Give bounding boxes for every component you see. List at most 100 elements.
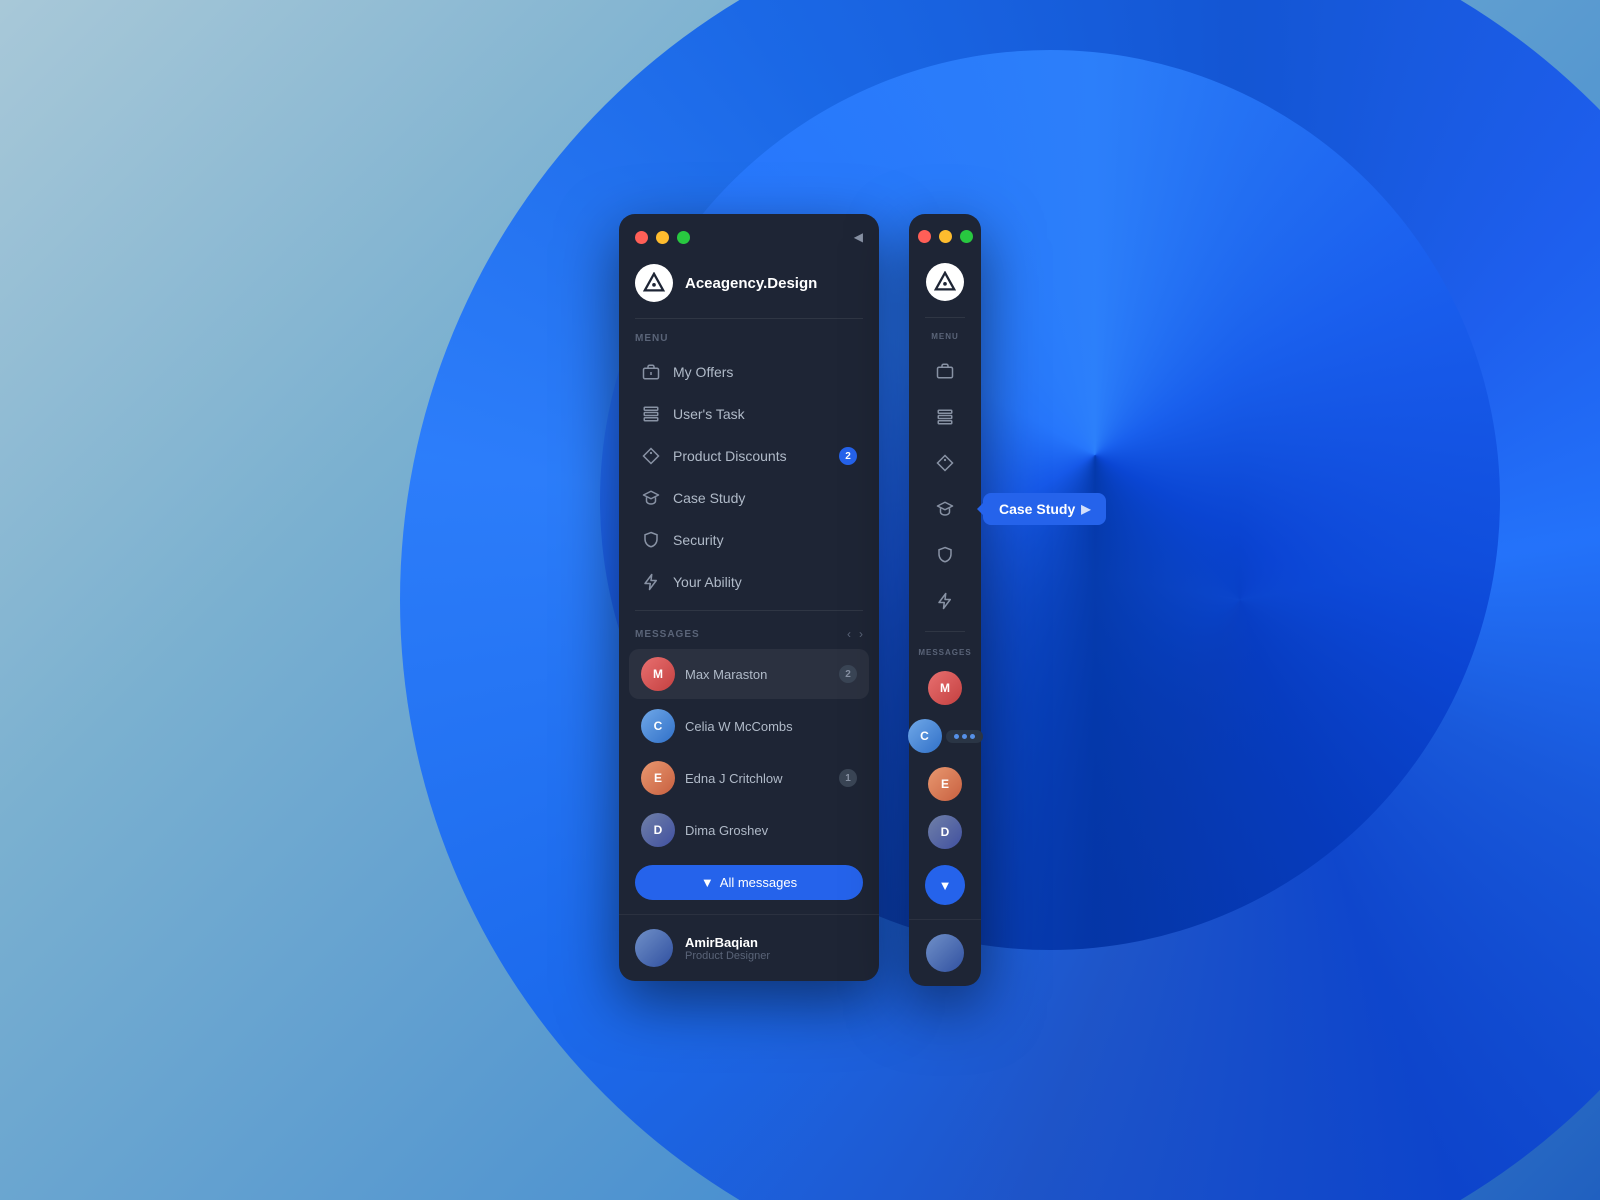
collapsed-message-max[interactable]: M <box>922 665 968 711</box>
collapsed-chevron-down-icon: ▼ <box>939 878 952 893</box>
users-task-label: User's Task <box>673 406 857 422</box>
message-name-edna: Edna J Critchlow <box>685 771 829 786</box>
collapsed-logo-area <box>909 253 981 317</box>
app-title: Aceagency.Design <box>685 275 817 292</box>
avatar-dima: D <box>641 813 675 847</box>
your-ability-label: Your Ability <box>673 574 857 590</box>
close-button[interactable] <box>635 231 648 244</box>
logo-icon <box>635 264 673 302</box>
message-item-edna[interactable]: E Edna J Critchlow 1 <box>629 753 869 803</box>
collapsed-menu-section-label: MENU <box>909 318 981 349</box>
collapsed-logo-icon <box>926 263 964 301</box>
active-indicator-celia <box>946 730 983 743</box>
case-study-tooltip: Case Study ▶ <box>983 493 1106 525</box>
collapsed-shield-icon <box>935 545 955 565</box>
collapsed-maximize-button[interactable] <box>960 230 973 243</box>
sidebars-container: ◀ Aceagency.Design MENU My Offers <box>619 214 981 986</box>
collapsed-user-profile[interactable] <box>909 919 981 986</box>
product-discounts-badge: 2 <box>839 447 857 465</box>
cursor-icon: ▶ <box>1081 502 1090 516</box>
collapsed-avatar-celia: C <box>908 719 942 753</box>
collapsed-minimize-button[interactable] <box>939 230 952 243</box>
collapsed-sidebar-item-product-discounts[interactable] <box>923 441 967 485</box>
message-name-celia: Celia W McCombs <box>685 719 857 734</box>
collapsed-avatar-dima: D <box>928 815 962 849</box>
collapsed-briefcase-icon <box>935 361 955 381</box>
collapsed-message-items: M C E D <box>909 665 981 855</box>
messages-header: MESSAGES ‹ › <box>619 611 879 649</box>
logo-area: Aceagency.Design <box>619 254 879 318</box>
profile-name: AmirBaqian <box>685 935 770 950</box>
security-label: Security <box>673 532 857 548</box>
product-discounts-label: Product Discounts <box>673 448 827 464</box>
sidebar-collapsed: MENU <box>909 214 981 986</box>
stack-icon <box>641 404 661 424</box>
sidebar-item-security[interactable]: Security <box>629 520 869 560</box>
sidebar-item-product-discounts[interactable]: Product Discounts 2 <box>629 436 869 476</box>
collapsed-menu-items-list: Case Study ▶ <box>909 349 981 623</box>
sidebar-item-your-ability[interactable]: Your Ability <box>629 562 869 602</box>
collapsed-profile-avatar <box>926 934 964 972</box>
message-badge-edna: 1 <box>839 769 857 787</box>
bolt-icon <box>641 572 661 592</box>
collapsed-avatar-edna: E <box>928 767 962 801</box>
collapsed-tag-icon <box>935 453 955 473</box>
message-items-list: M Max Maraston 2 C Celia W McCombs E Edn… <box>619 649 879 855</box>
collapsed-close-button[interactable] <box>918 230 931 243</box>
shield-icon <box>641 530 661 550</box>
message-item-dima[interactable]: D Dima Groshev <box>629 805 869 855</box>
message-name-max: Max Maraston <box>685 667 829 682</box>
collapsed-sidebar-item-your-ability[interactable] <box>923 579 967 623</box>
collapsed-graduation-icon <box>935 499 955 519</box>
collapsed-avatar-max: M <box>928 671 962 705</box>
menu-section-label: MENU <box>619 319 879 352</box>
messages-prev-button[interactable]: ‹ <box>847 627 851 641</box>
minimize-button[interactable] <box>656 231 669 244</box>
profile-role: Product Designer <box>685 950 770 962</box>
avatar-edna: E <box>641 761 675 795</box>
tag-icon <box>641 446 661 466</box>
collapsed-sidebar-item-my-offers[interactable] <box>923 349 967 393</box>
collapsed-sidebar-item-security[interactable] <box>923 533 967 577</box>
sidebar-expanded: ◀ Aceagency.Design MENU My Offers <box>619 214 879 981</box>
maximize-button[interactable] <box>677 231 690 244</box>
collapsed-all-messages-button[interactable]: ▼ <box>925 865 965 905</box>
sidebar-item-users-task[interactable]: User's Task <box>629 394 869 434</box>
collapsed-messages-header: MESSAGES <box>909 632 981 665</box>
collapsed-messages-label: MESSAGES <box>909 648 981 657</box>
collapsed-window-controls <box>909 214 981 253</box>
tooltip-label: Case Study <box>999 501 1075 517</box>
all-messages-label: All messages <box>720 875 797 890</box>
message-item-max[interactable]: M Max Maraston 2 <box>629 649 869 699</box>
window-controls: ◀ <box>619 214 879 254</box>
menu-items-list: My Offers User's Task Product Discounts … <box>619 352 879 602</box>
messages-section-label: MESSAGES <box>635 629 847 640</box>
chevron-down-icon: ▼ <box>701 875 714 890</box>
sidebar-item-my-offers[interactable]: My Offers <box>629 352 869 392</box>
collapsed-stack-icon <box>935 407 955 427</box>
graduation-icon <box>641 488 661 508</box>
message-item-celia[interactable]: C Celia W McCombs <box>629 701 869 751</box>
collapsed-message-edna[interactable]: E <box>922 761 968 807</box>
profile-avatar <box>635 929 673 967</box>
collapsed-message-dima[interactable]: D <box>922 809 968 855</box>
dot-1 <box>954 734 959 739</box>
dot-2 <box>962 734 967 739</box>
collapsed-sidebar-item-case-study[interactable]: Case Study ▶ <box>923 487 967 531</box>
collapsed-bolt-icon <box>935 591 955 611</box>
all-messages-button[interactable]: ▼ All messages <box>635 865 863 900</box>
my-offers-label: My Offers <box>673 364 857 380</box>
messages-navigation: ‹ › <box>847 627 863 641</box>
message-name-dima: Dima Groshev <box>685 823 857 838</box>
collapse-sidebar-button[interactable]: ◀ <box>854 230 863 244</box>
briefcase-icon <box>641 362 661 382</box>
collapsed-sidebar-item-users-task[interactable] <box>923 395 967 439</box>
avatar-max: M <box>641 657 675 691</box>
profile-info: AmirBaqian Product Designer <box>685 935 770 962</box>
sidebar-item-case-study[interactable]: Case Study <box>629 478 869 518</box>
messages-next-button[interactable]: › <box>859 627 863 641</box>
user-profile[interactable]: AmirBaqian Product Designer <box>619 914 879 981</box>
avatar-celia: C <box>641 709 675 743</box>
collapsed-message-celia[interactable]: C <box>902 713 989 759</box>
message-badge-max: 2 <box>839 665 857 683</box>
